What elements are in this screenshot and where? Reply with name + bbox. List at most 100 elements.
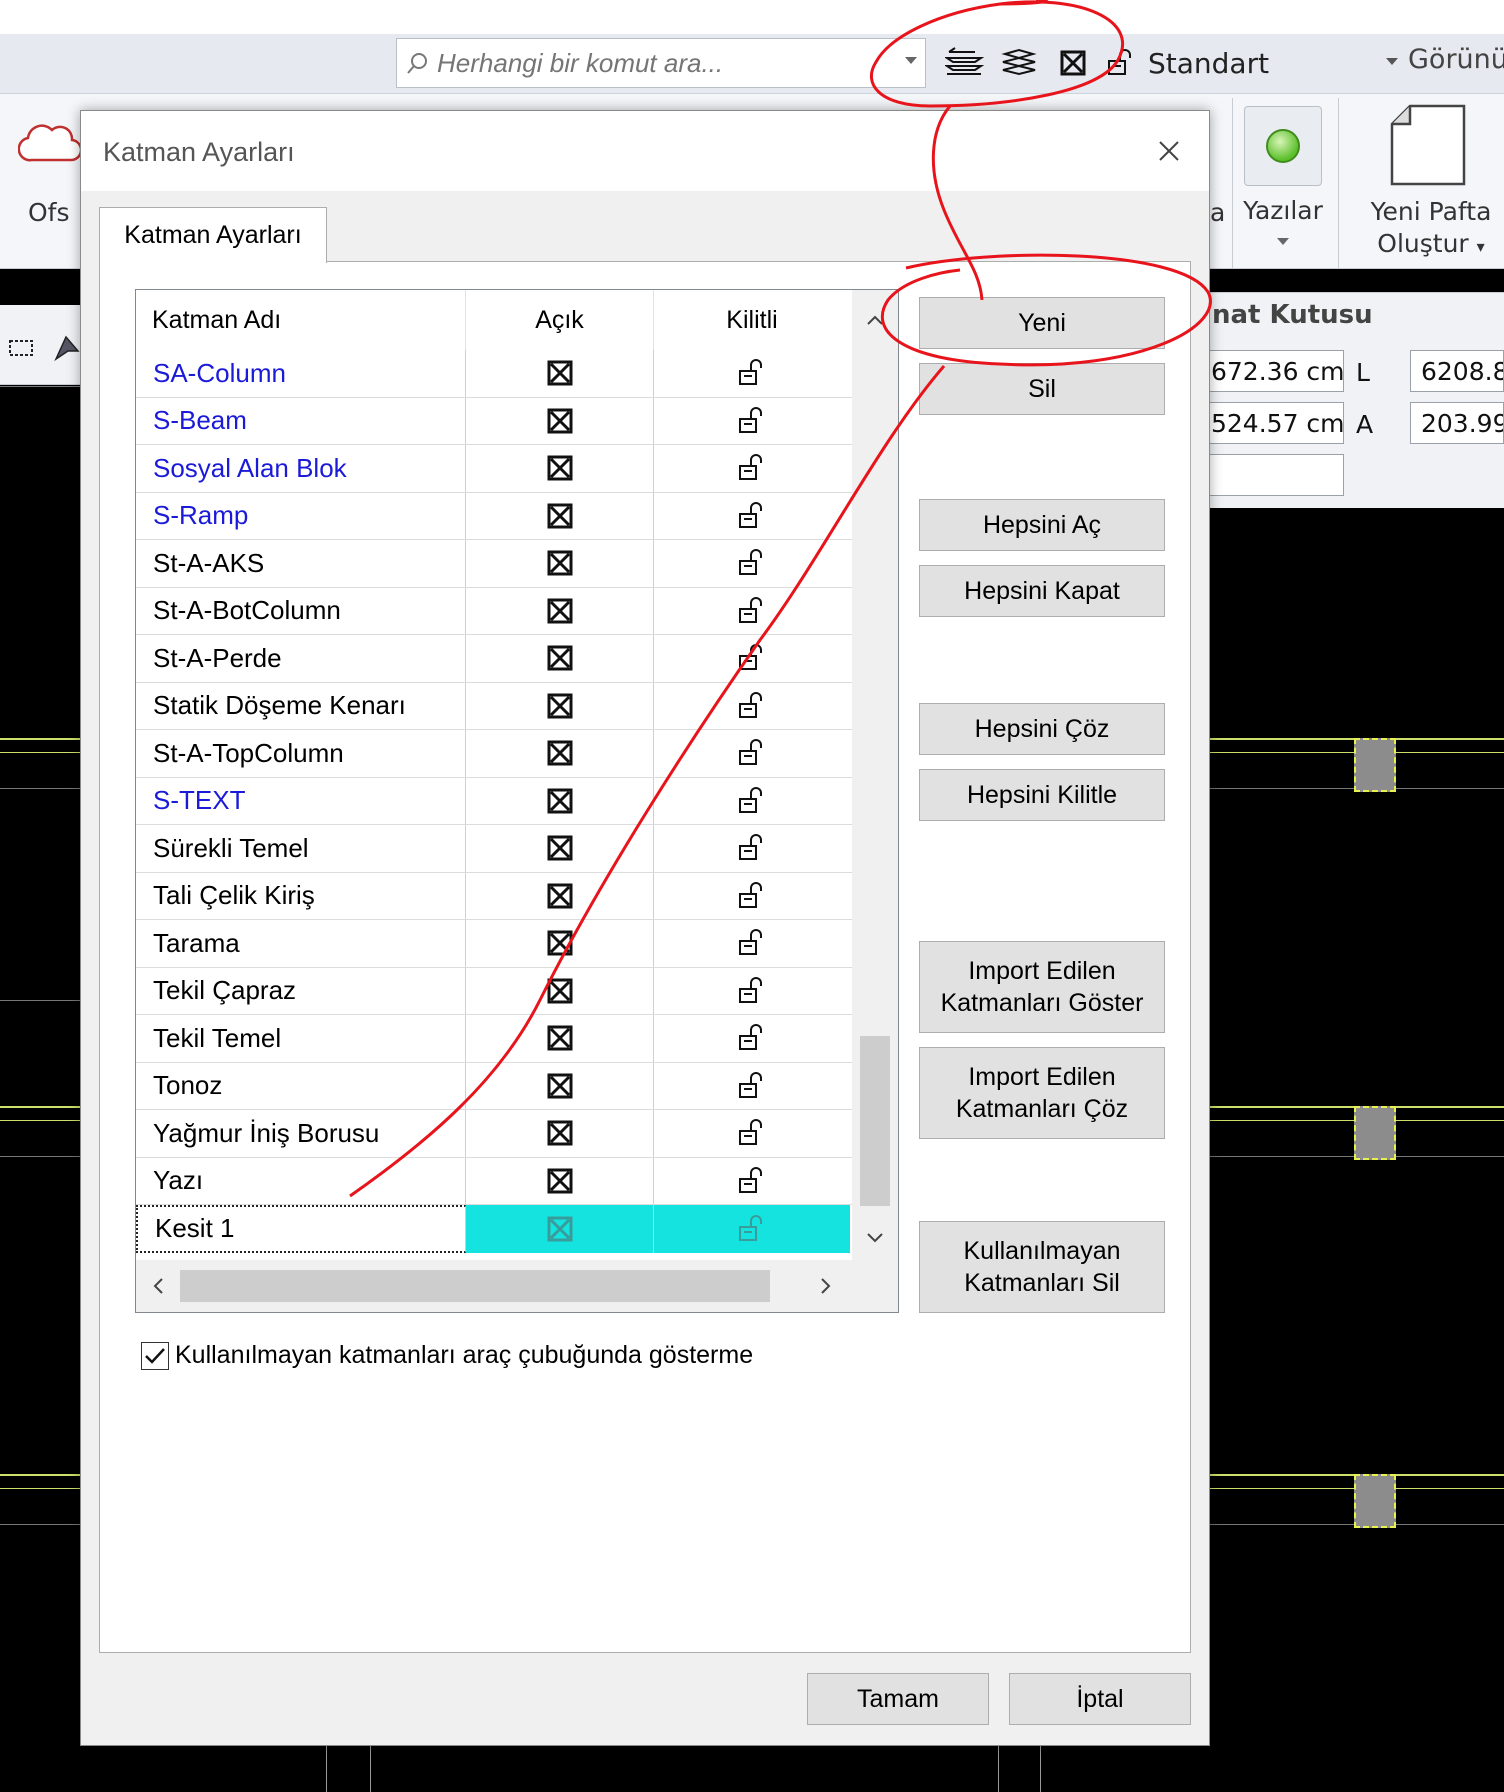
layer-visible-icon[interactable] <box>466 587 654 634</box>
layer-name-cell[interactable]: Yağmur İniş Borusu <box>136 1110 466 1157</box>
layer-name-cell[interactable]: Tali Çelik Kiriş <box>136 872 466 919</box>
property-field[interactable]: 203.99 <box>1410 402 1504 444</box>
table-row[interactable]: St-A-AKS <box>136 540 852 588</box>
kullanilmayan-katmanlari-sil-button[interactable]: Kullanılmayan Katmanları Sil <box>919 1221 1165 1313</box>
tamam-button[interactable]: Tamam <box>807 1673 989 1725</box>
pointer-icon[interactable] <box>52 333 82 363</box>
chevron-down-icon[interactable] <box>1277 238 1289 245</box>
layer-visible-icon[interactable] <box>466 540 654 587</box>
layer-name-cell[interactable]: St-A-AKS <box>136 540 466 587</box>
ofset-label[interactable]: Ofs <box>28 198 70 227</box>
chevron-down-icon[interactable] <box>905 57 917 64</box>
layer-visible-icon[interactable] <box>466 682 654 729</box>
horizontal-scrollbar[interactable] <box>136 1260 852 1312</box>
chevron-down-icon[interactable] <box>1386 58 1398 65</box>
layer-visible-icon[interactable] <box>466 1110 654 1157</box>
layer-unlock-icon[interactable] <box>654 968 850 1015</box>
table-row[interactable]: Tali Çelik Kiriş <box>136 872 852 920</box>
layer-unlock-icon[interactable] <box>654 920 850 967</box>
column-header-open[interactable]: Açık <box>466 290 654 350</box>
layer-visible-icon[interactable] <box>466 825 654 872</box>
layer-name-cell[interactable]: St-A-Perde <box>136 635 466 682</box>
hepsini-kilitle-button[interactable]: Hepsini Kilitle <box>919 769 1165 821</box>
hepsini-ac-button[interactable]: Hepsini Aç <box>919 499 1165 551</box>
layer-unlock-icon[interactable] <box>654 1158 850 1205</box>
layer-visible-icon[interactable] <box>466 967 654 1014</box>
select-lasso-icon[interactable] <box>6 333 36 363</box>
layer-unlock-icon[interactable] <box>1106 45 1136 81</box>
layer-unlock-icon[interactable] <box>654 873 850 920</box>
layer-unlock-icon[interactable] <box>654 588 850 635</box>
layer-name-cell[interactable]: Sürekli Temel <box>136 825 466 872</box>
view-menu-label[interactable]: Görünü <box>1408 44 1504 75</box>
layer-name-cell[interactable]: Tarama <box>136 920 466 967</box>
table-row[interactable]: S-Beam <box>136 397 852 445</box>
cad-column[interactable] <box>1354 738 1396 792</box>
import-katmanlari-coz-button[interactable]: Import Edilen Katmanları Çöz <box>919 1047 1165 1139</box>
layer-visible-icon[interactable] <box>466 635 654 682</box>
scrollbar-thumb[interactable] <box>180 1270 770 1302</box>
property-field[interactable]: 672.36 cm <box>1200 350 1344 392</box>
layer-unlock-icon[interactable] <box>654 683 850 730</box>
layer-unlock-icon[interactable] <box>654 1205 850 1253</box>
layer-unlock-icon[interactable] <box>654 825 850 872</box>
layer-visible-icon[interactable] <box>466 920 654 967</box>
layer-visible-icon[interactable] <box>466 397 654 444</box>
layer-name-cell[interactable]: St-A-BotColumn <box>136 587 466 634</box>
table-row[interactable]: SA-Column <box>136 350 852 398</box>
scroll-down-icon[interactable] <box>852 1216 898 1260</box>
close-icon[interactable] <box>1149 131 1189 171</box>
layer-unlock-icon[interactable] <box>654 1110 850 1157</box>
cad-column[interactable] <box>1354 1474 1396 1528</box>
table-row[interactable]: Sosyal Alan Blok <box>136 445 852 493</box>
scroll-right-icon[interactable] <box>804 1260 848 1312</box>
table-row[interactable]: Yağmur İniş Borusu <box>136 1110 852 1158</box>
table-row[interactable]: Tekil Çapraz <box>136 967 852 1015</box>
table-row[interactable]: St-A-BotColumn <box>136 587 852 635</box>
table-row-selected[interactable]: Kesit 1 <box>136 1205 852 1253</box>
layer-unlock-icon[interactable] <box>654 1015 850 1062</box>
hepsini-coz-button[interactable]: Hepsini Çöz <box>919 703 1165 755</box>
table-row[interactable]: Tarama <box>136 920 852 968</box>
layer-name-cell[interactable]: S-TEXT <box>136 777 466 824</box>
layer-name-cell[interactable]: SA-Column <box>136 350 466 397</box>
column-header-name[interactable]: Katman Adı <box>136 290 466 350</box>
command-search-input[interactable] <box>437 47 877 79</box>
layer-unlock-icon[interactable] <box>654 445 850 492</box>
layer-unlock-icon[interactable] <box>654 1063 850 1110</box>
layer-unlock-icon[interactable] <box>654 778 850 825</box>
layer-name-cell[interactable]: S-Beam <box>136 397 466 444</box>
table-row[interactable]: S-TEXT <box>136 777 852 825</box>
lamp-icon[interactable] <box>1244 106 1322 186</box>
hide-unused-checkbox[interactable] <box>141 1341 169 1370</box>
layer-visible-icon[interactable] <box>466 492 654 539</box>
property-field[interactable]: 6208.8 <box>1410 350 1504 392</box>
table-row[interactable]: Tonoz <box>136 1062 852 1110</box>
table-row[interactable]: S-Ramp <box>136 492 852 540</box>
layer-name-cell[interactable]: Sosyal Alan Blok <box>136 445 466 492</box>
hide-unused-checkbox-row[interactable]: Kullanılmayan katmanları araç çubuğunda … <box>141 1341 753 1370</box>
layer-name-cell[interactable]: Tekil Temel <box>136 1015 466 1062</box>
table-row[interactable]: Statik Döşeme Kenarı <box>136 682 852 730</box>
sil-button[interactable]: Sil <box>919 363 1165 415</box>
layer-visible-icon[interactable] <box>466 872 654 919</box>
layer-combo[interactable]: Standart <box>1148 40 1398 86</box>
layer-name-cell[interactable]: Yazı <box>136 1157 466 1204</box>
layer-visible-icon[interactable] <box>466 350 654 397</box>
layer-name-cell[interactable]: St-A-TopColumn <box>136 730 466 777</box>
layer-unlock-icon[interactable] <box>654 398 850 445</box>
layer-name-cell[interactable]: Kesit 1 <box>136 1205 466 1253</box>
property-field[interactable]: 524.57 cm <box>1200 402 1344 444</box>
tab-katman-ayarlari[interactable]: Katman Ayarları <box>99 207 327 263</box>
revision-cloud-icon[interactable] <box>18 110 82 174</box>
layer-unlock-icon[interactable] <box>654 540 850 587</box>
layer-visible-icon[interactable] <box>1052 45 1094 81</box>
table-row[interactable]: St-A-Perde <box>136 635 852 683</box>
layer-unlock-icon[interactable] <box>654 730 850 777</box>
layer-visible-icon[interactable] <box>466 777 654 824</box>
layer-visible-icon[interactable] <box>466 1062 654 1109</box>
scroll-left-icon[interactable] <box>136 1260 180 1312</box>
layer-name-cell[interactable]: Tonoz <box>136 1062 466 1109</box>
table-row[interactable]: Sürekli Temel <box>136 825 852 873</box>
layer-visible-icon[interactable] <box>466 1015 654 1062</box>
